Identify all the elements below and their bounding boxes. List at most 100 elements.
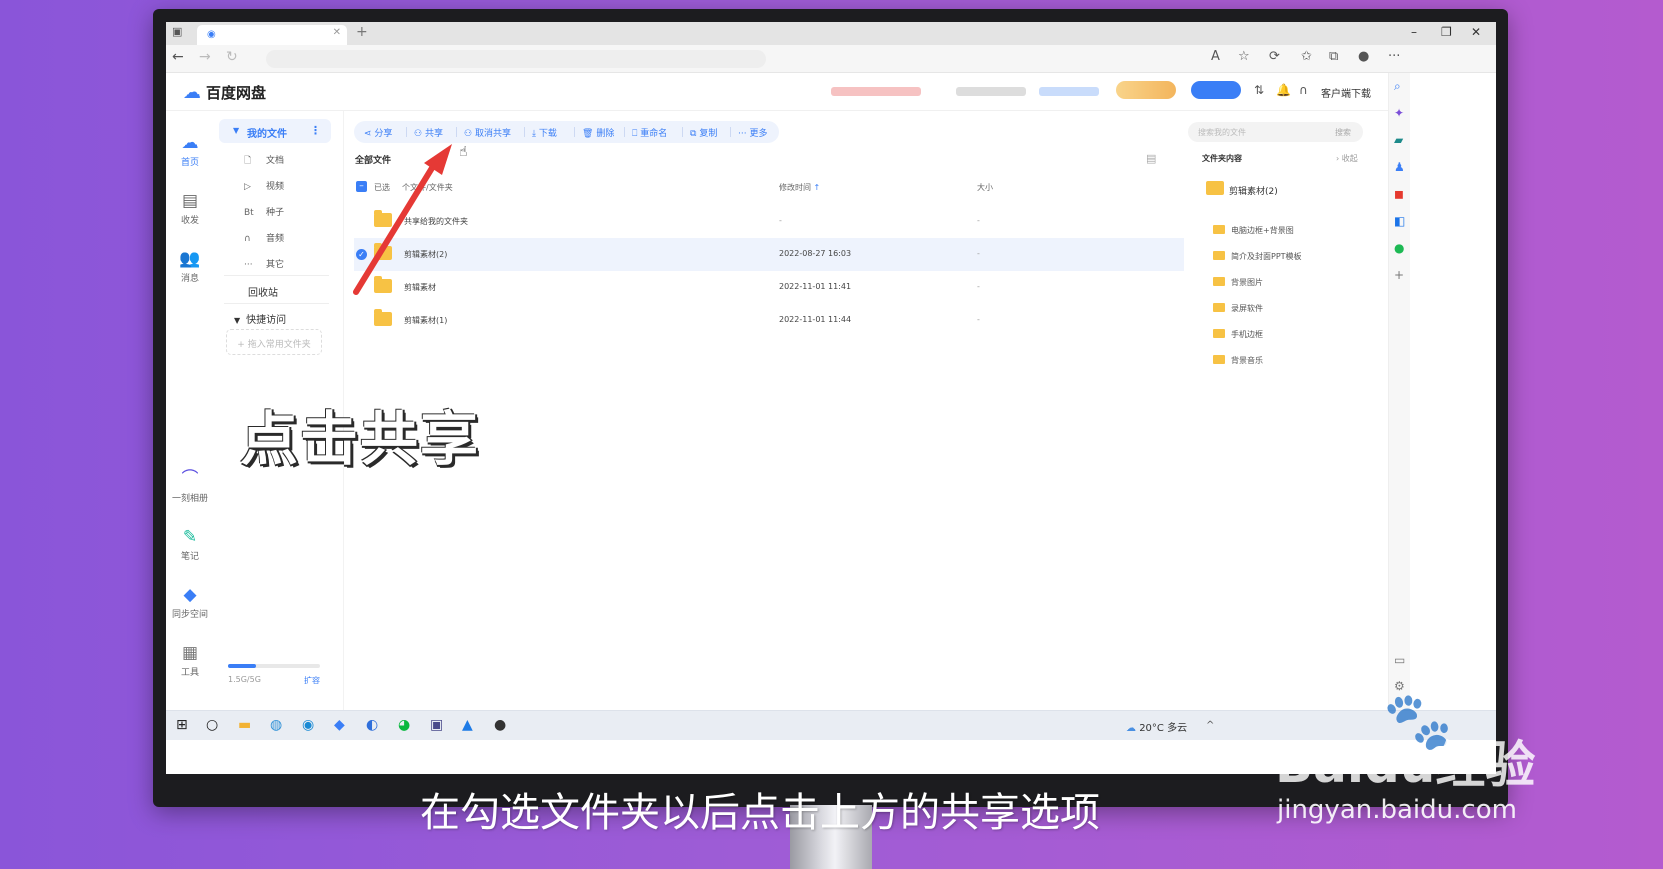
cancel-cooperate-button[interactable]: ⚇ 取消共享 <box>464 126 511 139</box>
read-aloud-icon[interactable]: A <box>1211 49 1220 64</box>
split-screen-icon[interactable]: ▭ <box>1394 653 1405 667</box>
bell-icon[interactable]: 🔔 <box>1276 83 1291 97</box>
rail-item-home[interactable]: ☁ 首页 <box>166 133 214 168</box>
rail-item-tools[interactable]: ▦ 工具 <box>166 643 214 678</box>
back-icon[interactable]: ← <box>172 49 184 65</box>
app-icon[interactable]: ◐ <box>366 717 378 733</box>
windows-start-icon[interactable]: ⊞ <box>176 717 188 733</box>
list-item[interactable]: 录屏软件 <box>1213 303 1263 314</box>
sparkle-icon[interactable]: ✦ <box>1394 106 1404 120</box>
browser-tab[interactable]: ◉ ✕ <box>197 25 347 45</box>
select-all-checkbox[interactable]: – <box>356 181 367 192</box>
close-window-icon[interactable]: ✕ <box>1471 25 1481 39</box>
kebab-menu-icon[interactable]: ⋮ <box>310 124 321 137</box>
minimize-icon[interactable]: – <box>1411 25 1417 39</box>
member-link[interactable] <box>1039 87 1099 96</box>
sidebar-item-quick-access[interactable]: ▼ 快捷访问 <box>234 311 286 326</box>
vip-button[interactable] <box>1116 81 1176 99</box>
share-button[interactable]: ⋖ 分享 <box>364 126 392 139</box>
app-icon[interactable]: ▣ <box>430 717 443 733</box>
users-icon: 👥 <box>179 249 201 269</box>
list-item[interactable]: 背景图片 <box>1213 277 1263 288</box>
expand-storage-link[interactable]: 扩容 <box>304 675 320 686</box>
delete-button[interactable]: 🗑 删除 <box>582 126 614 139</box>
column-modified[interactable]: 修改时间 ↑ <box>779 182 820 193</box>
table-row[interactable]: 共享给我的文件夹 - - <box>354 205 1184 238</box>
sidebar-item-torrents[interactable]: Bt 种子 <box>244 205 284 218</box>
rail-item-sync[interactable]: ◆ 同步空间 <box>166 585 214 620</box>
app-icon[interactable]: ◆ <box>334 717 345 733</box>
search-icon[interactable]: ⌕ <box>1394 79 1401 94</box>
extensions-icon[interactable]: ⟳ <box>1269 49 1280 64</box>
tab-close-icon[interactable]: ✕ <box>333 27 341 38</box>
headphones-icon: ∩ <box>244 234 251 244</box>
sidebar-item-recycle-bin[interactable]: 回收站 <box>248 284 278 299</box>
folder-icon <box>1213 303 1225 312</box>
window-menu-icon[interactable]: ▣ <box>172 25 182 38</box>
edge-browser-icon[interactable]: ◉ <box>302 717 314 733</box>
list-item[interactable]: 背景音乐 <box>1213 355 1263 366</box>
headset-icon[interactable]: ∩ <box>1299 83 1308 97</box>
search-input[interactable]: 搜索我的文件 搜索 <box>1188 122 1363 142</box>
list-item[interactable]: 手机边框 <box>1213 329 1263 340</box>
new-tab-icon[interactable]: + <box>356 24 368 40</box>
breadcrumb[interactable]: 全部文件 <box>355 153 391 166</box>
bt-icon: Bt <box>244 208 254 218</box>
profile-avatar-icon[interactable]: ● <box>1358 49 1369 64</box>
url-input[interactable] <box>266 50 766 68</box>
add-icon[interactable]: + <box>1394 268 1404 282</box>
browser-menu-icon[interactable]: ··· <box>1388 49 1400 64</box>
tray-chevron-icon[interactable]: ^ <box>1206 720 1214 731</box>
weather-widget[interactable]: ☁ 20°C 多云 <box>1126 719 1187 734</box>
people-icon[interactable]: ♟ <box>1394 160 1405 174</box>
sidebar-item-other[interactable]: ··· 其它 <box>244 257 284 270</box>
sidebar-item-audio[interactable]: ∩ 音频 <box>244 231 284 244</box>
client-download-link[interactable]: 客户端下载 <box>1321 85 1371 100</box>
rail-item-notes[interactable]: ✎ 笔记 <box>166 527 214 562</box>
list-item[interactable]: 简介及封面PPT模板 <box>1213 251 1302 262</box>
transfer-icon[interactable]: ⇅ <box>1254 83 1264 97</box>
wechat-icon[interactable]: ◕ <box>398 717 410 733</box>
sidebar-item-documents[interactable]: 🗋 文档 <box>244 153 284 169</box>
app-icon[interactable]: ▲ <box>462 717 473 733</box>
sidebar-item-my-files[interactable]: ▼ 我的文件 ⋮ <box>219 119 331 143</box>
spotify-icon[interactable]: ● <box>1394 241 1404 255</box>
note-icon: ✎ <box>182 527 198 547</box>
table-row[interactable]: ✓ 剪辑素材(2) 2022-08-27 16:03 - <box>354 238 1184 271</box>
promo-banner[interactable] <box>831 87 921 96</box>
user-name[interactable] <box>956 87 1026 96</box>
mouse-cursor-icon: ☝ <box>459 144 468 160</box>
outlook-icon[interactable]: ◧ <box>1394 214 1405 228</box>
file-explorer-icon[interactable]: ▬ <box>238 717 251 733</box>
office-icon[interactable]: ◼ <box>1394 187 1404 201</box>
rail-item-inbox[interactable]: ▤ 收发 <box>166 191 214 226</box>
forward-icon[interactable]: → <box>199 49 211 65</box>
copy-button[interactable]: ⧉ 复制 <box>690 126 717 139</box>
upgrade-button[interactable] <box>1191 81 1241 99</box>
download-button[interactable]: ⤓ 下载 <box>532 126 557 139</box>
sidebar-item-videos[interactable]: ▷ 视频 <box>244 179 284 192</box>
toolbar-separator <box>730 127 731 137</box>
more-button[interactable]: ··· 更多 <box>738 126 767 139</box>
briefcase-icon[interactable]: ▰ <box>1394 133 1403 147</box>
chat-icon[interactable]: ◍ <box>270 717 282 733</box>
table-row[interactable]: 剪辑素材 2022-11-01 11:41 - <box>354 271 1184 304</box>
restore-icon[interactable]: ❐ <box>1441 25 1452 39</box>
favorites-icon[interactable]: ✩ <box>1301 49 1312 64</box>
cooperate-button[interactable]: ⚇ 共享 <box>414 126 443 139</box>
row-checkbox[interactable]: ✓ <box>356 249 367 260</box>
search-button[interactable]: 搜索 <box>1335 127 1351 138</box>
rename-button[interactable]: ⎕ 重命名 <box>632 126 667 139</box>
rail-item-album[interactable]: ⌒ 一刻相册 <box>166 469 214 504</box>
search-circle-icon[interactable]: ○ <box>206 717 218 733</box>
favorite-star-icon[interactable]: ☆ <box>1238 49 1250 64</box>
refresh-icon[interactable]: ↻ <box>226 49 238 65</box>
collections-icon[interactable]: ⧉ <box>1329 49 1338 64</box>
list-item[interactable]: 电脑边框+背景图 <box>1213 225 1294 236</box>
collapse-panel-button[interactable]: › 收起 <box>1336 153 1358 164</box>
rail-item-messages[interactable]: 👥 消息 <box>166 249 214 284</box>
view-toggle-icon[interactable]: ▤ <box>1146 152 1156 165</box>
quick-access-dropzone[interactable]: + 拖入常用文件夹 <box>226 329 322 355</box>
avatar[interactable]: ● <box>494 717 506 733</box>
table-row[interactable]: 剪辑素材(1) 2022-11-01 11:44 - <box>354 304 1184 337</box>
